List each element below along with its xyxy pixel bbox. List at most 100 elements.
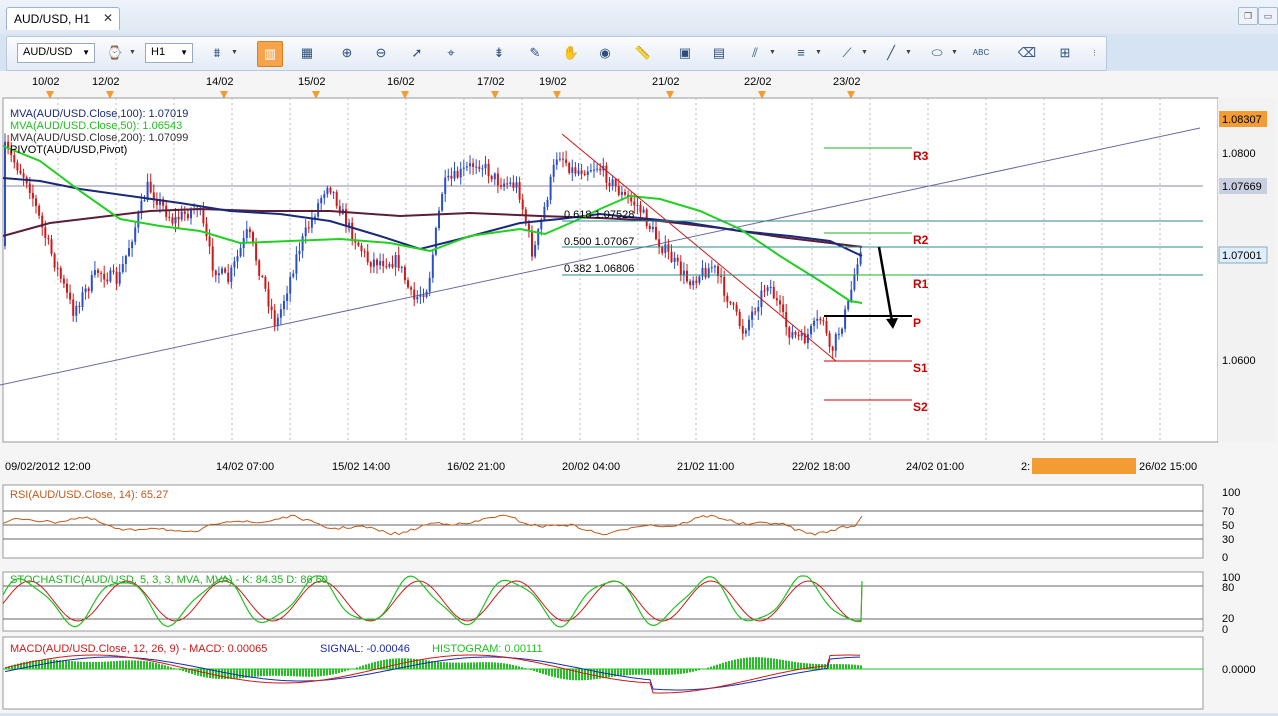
histogram-bar — [734, 660, 736, 669]
candle-body — [605, 166, 607, 183]
histogram-bar — [671, 669, 673, 675]
histogram-bar — [152, 662, 154, 669]
histogram-bar — [707, 668, 709, 669]
candle-body — [810, 326, 812, 334]
rsi-panel[interactable] — [3, 485, 1203, 558]
hline-icon[interactable]: ≡ — [789, 41, 813, 65]
candle-body — [72, 300, 74, 316]
chart-style-icon[interactable]: ⩩ — [205, 41, 229, 65]
candle-body — [54, 254, 56, 268]
histogram-bar — [632, 669, 634, 675]
line-icon[interactable]: ╱ — [879, 41, 903, 65]
bottom-date-label: 24/02 01:00 — [906, 461, 964, 473]
pencil-icon[interactable]: ✎ — [523, 41, 547, 65]
candle-body — [739, 312, 741, 326]
restore-icon[interactable]: ❐ — [1238, 7, 1258, 25]
chart-area[interactable]: 10/0212/0214/0215/0216/0217/0219/0221/02… — [0, 71, 1278, 713]
histogram-bar — [329, 669, 331, 675]
candle-body — [94, 270, 96, 275]
candle-body — [832, 347, 834, 351]
candle-body — [88, 288, 90, 291]
candle-body — [60, 268, 62, 279]
candle-body — [494, 174, 496, 180]
chevron-down-icon[interactable]: ▼ — [905, 49, 912, 56]
candle-body — [317, 203, 319, 216]
eraser-icon[interactable]: ⌫ — [1015, 41, 1039, 65]
chevron-down-icon[interactable]: ▼ — [951, 49, 958, 56]
chevron-down-icon[interactable]: ▼ — [861, 49, 868, 56]
histogram-bar — [506, 664, 508, 669]
candle-body — [478, 167, 480, 169]
candle-body — [782, 304, 784, 311]
close-icon[interactable]: ✕ — [103, 11, 113, 25]
fan-icon[interactable]: ⫽ — [743, 41, 767, 65]
chart-svg[interactable]: 10/0212/0214/0215/0216/0217/0219/0221/02… — [0, 71, 1278, 713]
candle-body — [847, 301, 849, 310]
histogram-bar — [269, 669, 271, 676]
histogram-bar — [254, 669, 256, 677]
globe-icon[interactable]: ◉ — [593, 41, 617, 65]
toolbar-overflow-icon[interactable]: ⋮ — [1091, 49, 1098, 57]
histogram-bar — [218, 669, 220, 679]
histogram-bar — [386, 659, 388, 669]
histogram-bar — [842, 664, 844, 669]
candle-body — [485, 164, 487, 169]
chevron-down-icon[interactable]: ▼ — [815, 49, 822, 56]
histogram-bar — [749, 657, 751, 669]
histogram-bar — [65, 661, 67, 669]
candle-body — [667, 244, 669, 251]
histogram-bar — [377, 661, 379, 669]
candle-body — [689, 281, 691, 285]
symbol-select[interactable]: AUD/USD▼ — [17, 43, 95, 63]
minimize-icon[interactable]: ▭ — [1258, 7, 1278, 25]
histogram-bar — [656, 669, 658, 675]
histogram-bar — [287, 669, 289, 676]
candle-body — [571, 167, 573, 172]
crosshair-icon[interactable]: ⌖ — [439, 41, 463, 65]
candle-body — [97, 270, 99, 273]
histogram-bar — [110, 661, 112, 669]
zoom-out-icon[interactable]: ⊖ — [369, 41, 393, 65]
ruler-icon[interactable]: 📏 — [631, 41, 655, 65]
macd-axis-zero: 0.0000 — [1222, 664, 1256, 676]
template-icon[interactable]: ▤ — [707, 41, 731, 65]
histogram-bar — [539, 669, 541, 673]
chevron-down-icon[interactable]: ▼ — [769, 49, 776, 56]
trendline-icon[interactable]: ⟋ — [835, 41, 859, 65]
candle-body — [835, 334, 837, 351]
histogram-bar — [131, 660, 133, 669]
histogram-bar — [476, 662, 478, 669]
text-label-icon[interactable]: ABC — [969, 41, 993, 65]
clock-icon[interactable]: ⌚ — [103, 41, 127, 65]
chart-tab[interactable]: AUD/USD, H1 ✕ — [6, 7, 120, 30]
bar-chart-icon[interactable]: ▥ — [257, 41, 283, 67]
candle-body — [75, 306, 77, 316]
histogram-bar — [698, 669, 700, 670]
zoom-in-icon[interactable]: ⊕ — [335, 41, 359, 65]
chevron-down-icon[interactable]: ▼ — [129, 49, 136, 56]
image-icon[interactable]: ▣ — [673, 41, 697, 65]
histogram-bar — [80, 662, 82, 669]
candle-body — [438, 211, 440, 228]
rsi-axis-0: 0 — [1222, 552, 1228, 564]
price-label-trend: 1.07669 — [1222, 181, 1262, 193]
candle-body — [13, 155, 15, 162]
histogram-bar — [659, 669, 661, 675]
candle-body — [178, 217, 180, 220]
period-separator-icon[interactable]: ⇟ — [487, 41, 511, 65]
ellipse-icon[interactable]: ⬭ — [925, 41, 949, 65]
candle-body — [261, 276, 263, 277]
cursor-icon[interactable]: ➚ — [405, 41, 429, 65]
histogram-bar — [428, 661, 430, 669]
histogram-bar — [503, 663, 505, 669]
chevron-down-icon[interactable]: ▼ — [231, 49, 238, 56]
histogram-bar — [77, 662, 79, 669]
candle-body — [128, 248, 130, 256]
histogram-bar — [689, 669, 691, 672]
candle-body — [295, 254, 297, 273]
candle-body — [326, 188, 328, 194]
timeframe-select[interactable]: H1▼ — [145, 43, 193, 63]
tile-icon[interactable]: ▦ — [295, 41, 319, 65]
pan-icon[interactable]: ✋ — [559, 41, 583, 65]
tree-icon[interactable]: ⊞ — [1053, 41, 1077, 65]
